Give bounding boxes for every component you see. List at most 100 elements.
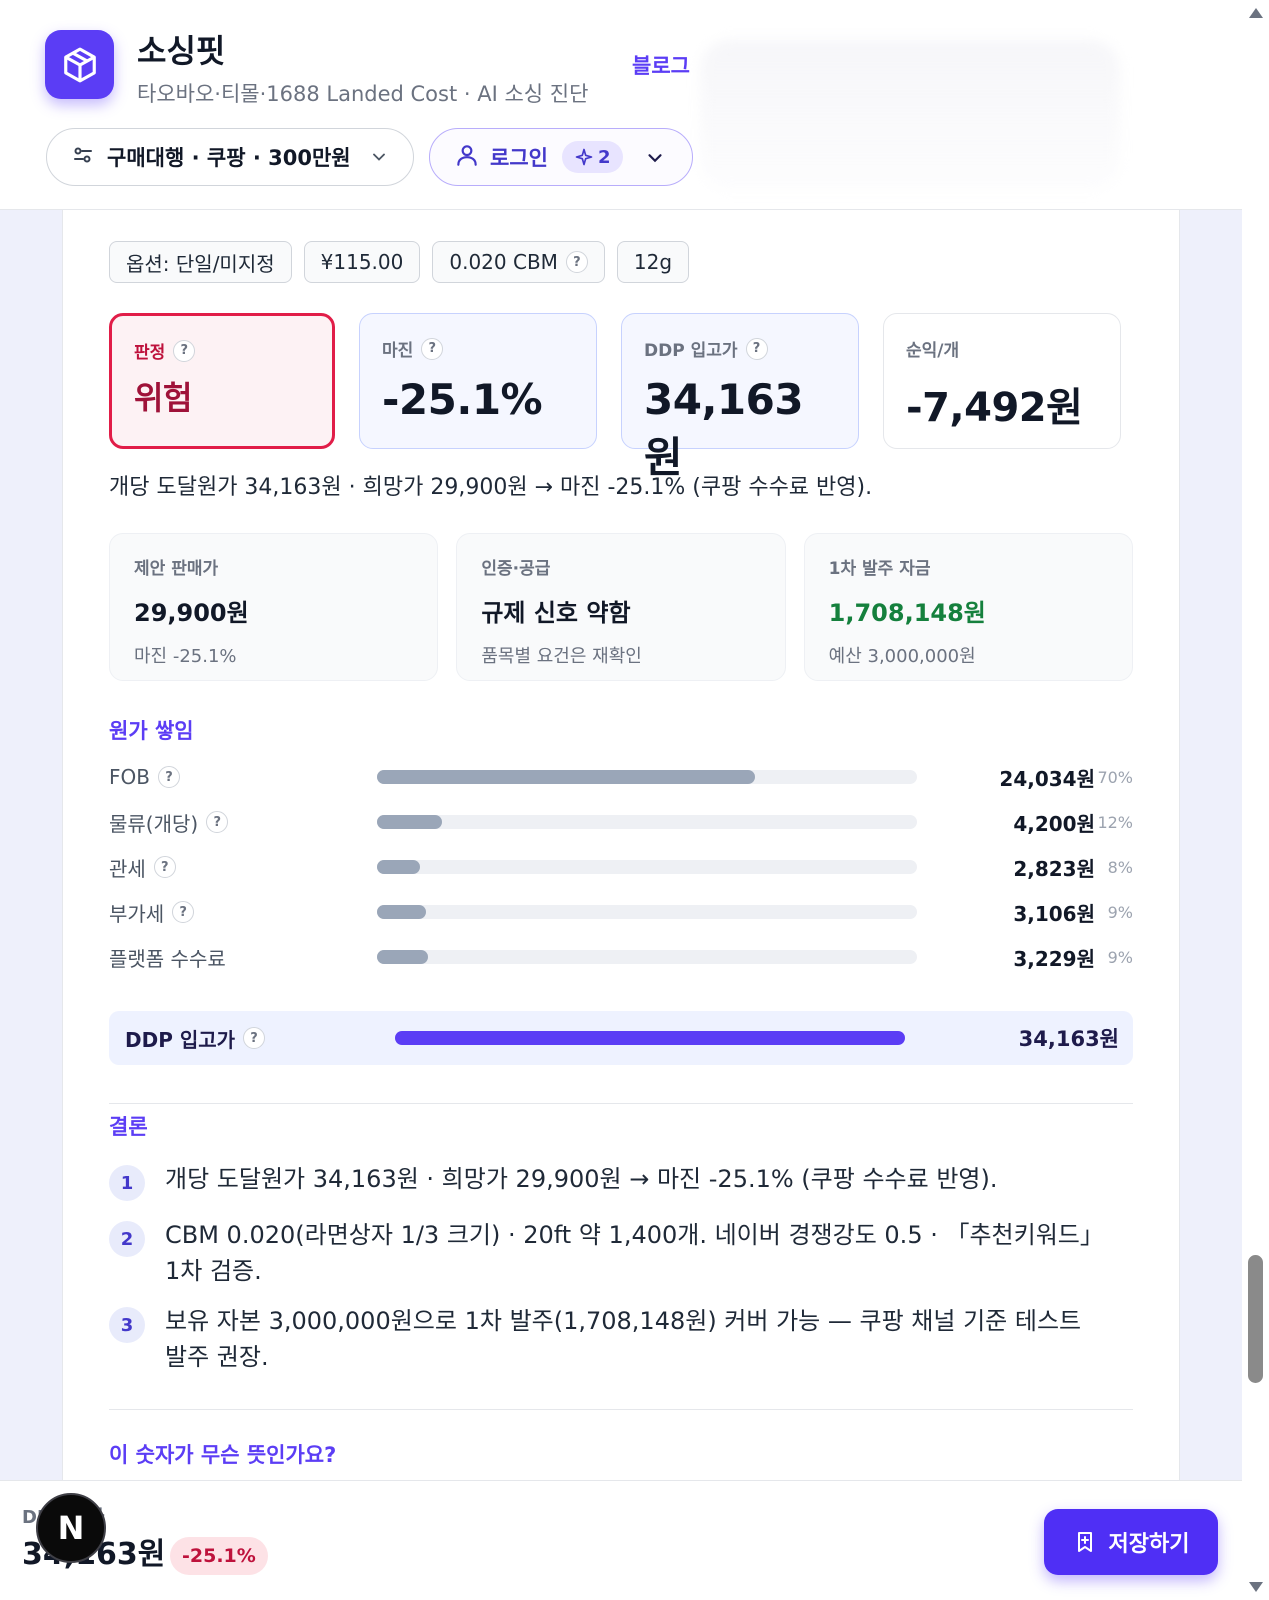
summary-line: 개당 도달원가 34,163원 · 희망가 29,900원 → 마진 -25.1…: [109, 475, 873, 500]
margin-badge: -25.1%: [170, 1537, 268, 1575]
cost-row-amount: 2,823원: [1013, 856, 1095, 881]
conclusion-number: 3: [109, 1307, 145, 1343]
cost-bar-fill: [377, 815, 442, 829]
cost-row: 물류(개당)? 4,200원 12%: [109, 802, 1133, 842]
save-button[interactable]: 저장하기: [1044, 1509, 1218, 1575]
app-header: 소싱핏 타오바오·티몰·1688 Landed Cost · AI 소싱 진단 …: [0, 0, 1242, 210]
scrollbar-thumb[interactable]: [1248, 1255, 1263, 1383]
cost-row-label: 관세: [109, 856, 146, 881]
analysis-card: 옵션: 단일/미지정 ¥115.00 0.020 CBM ? 12g 판정? 위…: [62, 200, 1180, 1500]
info-label: 1차 발주 자금: [828, 559, 931, 579]
conclusion-item: 1 개당 도달원가 34,163원 · 희망가 29,900원 → 마진 -25…: [109, 1161, 1133, 1201]
cost-row: 부가세? 3,106원 9%: [109, 892, 1133, 932]
conclusion-title: 결론: [109, 1115, 148, 1139]
cost-row-pct: 8%: [1107, 857, 1133, 877]
help-icon[interactable]: ?: [243, 1027, 266, 1049]
nextjs-dev-badge[interactable]: N: [36, 1493, 106, 1563]
info-cards: 제안 판매가 29,900원 마진 -25.1% 인증·공급 규제 신호 약함 …: [109, 533, 1133, 681]
bottom-summary-bar: DDP 원가 34,163원 -25.1% N 저장하기: [0, 1480, 1242, 1600]
cost-row-pct: 70%: [1097, 767, 1133, 787]
info-sub: 마진 -25.1%: [134, 646, 237, 667]
help-icon[interactable]: ?: [157, 766, 180, 788]
chevron-down-icon: [644, 147, 666, 173]
cost-row-pct: 9%: [1107, 947, 1133, 967]
help-icon[interactable]: ?: [206, 811, 229, 833]
option-chip: 옵션: 단일/미지정: [109, 241, 292, 283]
cost-row-label: 플랫폼 수수료: [109, 946, 226, 971]
blurred-ad-area: [700, 40, 1120, 190]
divider: [109, 1409, 1133, 1410]
ddp-card: DDP 입고가? 34,163원: [621, 313, 859, 482]
login-button[interactable]: 로그인 2: [429, 128, 693, 186]
credit-count: 2: [597, 146, 611, 168]
user-icon: [454, 142, 480, 172]
verdict-value: 위험: [134, 379, 192, 417]
cost-bar-track: [377, 905, 917, 919]
page-scrollbar[interactable]: [1242, 0, 1269, 1600]
cbm-chip: 0.020 CBM ?: [432, 241, 605, 283]
preset-label: 구매대행 · 쿠팡 · 300만원: [107, 146, 351, 170]
metric-cards: 판정? 위험 마진? -25.1% DDP 입고가? 34,163원 순익/개 …: [109, 313, 1133, 482]
faq-title[interactable]: 이 숫자가 무슨 뜻인가요?: [109, 1439, 336, 1469]
product-chips: 옵션: 단일/미지정 ¥115.00 0.020 CBM ? 12g: [109, 241, 690, 283]
cost-row: 플랫폼 수수료 3,229원 9%: [109, 937, 1133, 977]
cost-row-amount: 4,200원: [1013, 811, 1095, 836]
suggested-price-card: 제안 판매가 29,900원 마진 -25.1%: [109, 533, 439, 681]
profit-value: -7,492원: [906, 385, 1083, 431]
help-icon[interactable]: ?: [565, 251, 588, 273]
conclusion-text: 개당 도달원가 34,163원 · 희망가 29,900원 → 마진 -25.1…: [165, 1165, 998, 1193]
help-icon[interactable]: ?: [745, 337, 768, 360]
cost-row-amount: 3,229원: [1013, 946, 1095, 971]
verdict-label: 판정: [134, 343, 166, 363]
margin-value: -25.1%: [382, 375, 543, 424]
credit-badge: 2: [561, 141, 623, 173]
cost-row-amount: 3,106원: [1013, 901, 1095, 926]
scroll-up-arrow-icon[interactable]: [1249, 8, 1263, 18]
info-value: 29,900원: [134, 599, 249, 627]
logo-box-icon[interactable]: [45, 30, 114, 99]
profit-label: 순익/개: [906, 341, 960, 361]
info-label: 인증·공급: [481, 559, 551, 579]
cost-bar-fill: [377, 770, 755, 784]
certification-card: 인증·공급 규제 신호 약함 품목별 요건은 재확인: [456, 533, 786, 681]
conclusion-text: 보유 자본 3,000,000원으로 1차 발주(1,708,148원) 커버 …: [165, 1307, 1082, 1371]
info-value: 1,708,148원: [828, 599, 986, 627]
cost-row-label: 부가세: [109, 901, 165, 926]
info-sub: 예산 3,000,000원: [828, 646, 976, 667]
help-icon[interactable]: ?: [173, 339, 196, 362]
cost-bar-fill: [377, 950, 429, 964]
cost-bar-fill: [377, 860, 421, 874]
brand-name[interactable]: 소싱핏: [137, 26, 225, 72]
ddp-total-row: DDP 입고가? 34,163원: [109, 1011, 1133, 1065]
preset-selector[interactable]: 구매대행 · 쿠팡 · 300만원: [46, 128, 414, 186]
cost-row-pct: 9%: [1107, 902, 1133, 922]
login-label: 로그인: [490, 146, 548, 170]
verdict-card: 판정? 위험: [109, 313, 335, 449]
help-icon[interactable]: ?: [153, 856, 176, 878]
cbm-value: 0.020 CBM: [449, 250, 558, 274]
cost-row: 관세? 2,823원 8%: [109, 847, 1133, 887]
help-icon[interactable]: ?: [421, 337, 444, 360]
cost-row: FOB? 24,034원 70%: [109, 757, 1133, 797]
profit-card: 순익/개 -7,492원: [883, 313, 1121, 449]
sliders-icon: [71, 143, 95, 171]
ddp-total-bar: [395, 1031, 905, 1045]
conclusion-number: 1: [109, 1165, 145, 1201]
scroll-down-arrow-icon[interactable]: [1249, 1582, 1263, 1592]
conclusion-text: CBM 0.020(라면상자 1/3 크기) · 20ft 약 1,400개. …: [165, 1221, 1104, 1285]
conclusion-number: 2: [109, 1221, 145, 1257]
conclusion-item: 2 CBM 0.020(라면상자 1/3 크기) · 20ft 약 1,400개…: [109, 1217, 1133, 1289]
margin-label: 마진: [382, 341, 414, 361]
info-value: 규제 신호 약함: [481, 599, 631, 627]
cost-bar-track: [377, 860, 917, 874]
divider: [109, 1103, 1133, 1104]
info-sub: 품목별 요건은 재확인: [481, 646, 642, 667]
conclusion-item: 3 보유 자본 3,000,000원으로 1차 발주(1,708,148원) 커…: [109, 1303, 1133, 1375]
cost-row-label: 물류(개당): [109, 811, 199, 836]
ddp-total-label: DDP 입고가: [125, 1027, 236, 1052]
ddp-total-amount: 34,163원: [1018, 1027, 1119, 1051]
first-order-fund-card: 1차 발주 자금 1,708,148원 예산 3,000,000원: [803, 533, 1133, 681]
save-label: 저장하기: [1108, 1532, 1190, 1557]
help-icon[interactable]: ?: [172, 901, 195, 923]
blog-link[interactable]: 블로그: [632, 50, 690, 80]
